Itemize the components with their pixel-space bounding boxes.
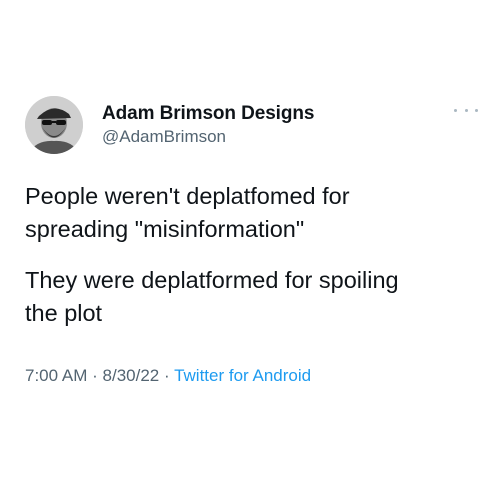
meta-separator: · xyxy=(163,366,170,385)
tweet-meta: 7:00 AM · 8/30/22 · Twitter for Android xyxy=(25,366,311,386)
more-dot xyxy=(475,108,478,112)
meta-separator: · xyxy=(92,366,98,385)
avatar[interactable] xyxy=(25,96,83,154)
tweet-paragraph-2: They were deplatformed for spoiling the … xyxy=(25,264,475,330)
author-display-name[interactable]: Adam Brimson Designs xyxy=(102,103,314,125)
more-dot xyxy=(464,108,468,112)
author-handle[interactable]: @AdamBrimson xyxy=(102,127,226,147)
tweet-source-link[interactable]: Twitter for Android xyxy=(174,366,311,385)
tweet-card: Adam Brimson Designs @AdamBrimson People… xyxy=(0,0,500,499)
tweet-line: the plot xyxy=(25,300,103,326)
tweet-paragraph-1: People weren't deplatfomed for spreading… xyxy=(25,180,475,246)
tweet-line: spreading "misinformation" xyxy=(25,216,305,242)
tweet-line: They were deplatformed for spoiling xyxy=(25,267,399,293)
more-dot xyxy=(454,108,457,112)
tweet-line: People weren't deplatfomed for xyxy=(25,183,350,209)
avatar-image xyxy=(25,96,83,154)
more-options-icon[interactable] xyxy=(454,103,478,117)
tweet-time[interactable]: 7:00 AM xyxy=(25,366,87,385)
tweet-date[interactable]: 8/30/22 xyxy=(103,366,160,385)
